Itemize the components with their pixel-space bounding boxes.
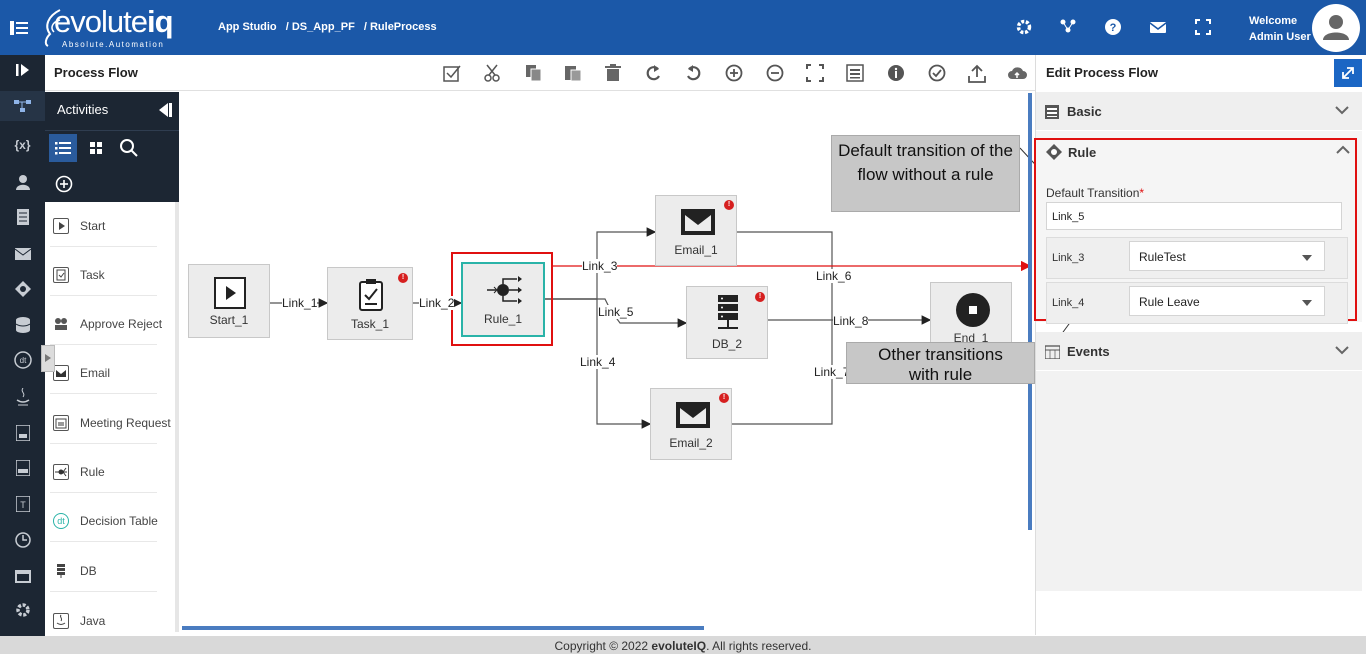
node-task[interactable]: ! Task_1 <box>327 267 413 340</box>
accordion-rule-label[interactable]: Rule <box>1068 145 1096 160</box>
footer-rights: . All rights reserved. <box>706 639 812 653</box>
rule-select-link-3[interactable]: RuleTest <box>1129 241 1325 271</box>
link-3-label[interactable]: Link_3 <box>582 259 618 273</box>
node-db-label: DB_2 <box>711 337 743 351</box>
link-8-label[interactable]: Link_8 <box>833 314 869 328</box>
error-badge: ! <box>724 200 734 210</box>
node-email-1-label: Email_1 <box>674 243 718 257</box>
node-email-1[interactable]: ! Email_1 <box>655 195 737 266</box>
calendar-icon <box>1045 345 1060 359</box>
chevron-down-icon <box>1335 106 1349 115</box>
error-badge: ! <box>755 292 765 302</box>
rule-select-link-4[interactable]: Rule Leave <box>1129 286 1325 316</box>
node-task-label: Task_1 <box>350 317 390 331</box>
email-icon <box>681 209 715 235</box>
form-icon <box>1045 105 1059 119</box>
edit-panel-title: Edit Process Flow <box>1046 65 1158 80</box>
error-badge: ! <box>398 273 408 283</box>
task-icon <box>359 279 383 311</box>
node-rule[interactable]: Rule_1 <box>461 262 545 337</box>
node-email-2-label: Email_2 <box>669 436 713 450</box>
rule-icon <box>1046 144 1062 160</box>
node-email-2[interactable]: ! Email_2 <box>650 388 732 460</box>
db-icon <box>718 295 738 329</box>
rule-row-1: Link_3 RuleTest <box>1046 237 1348 279</box>
footer-brand: evoluteIQ <box>651 639 707 653</box>
chevron-up-icon[interactable] <box>1336 145 1350 155</box>
node-start[interactable]: Start_1 <box>188 264 270 338</box>
link-7-label[interactable]: Link_7 <box>814 365 850 379</box>
default-transition-label: Default Transition* <box>1046 186 1145 200</box>
rule-icon <box>487 276 522 304</box>
rule-row-link-label: Link_3 <box>1052 252 1085 264</box>
link-6-label[interactable]: Link_6 <box>816 269 852 283</box>
rule-row-2: Link_4 Rule Leave <box>1046 282 1348 324</box>
accordion-basic[interactable]: Basic <box>1036 92 1362 130</box>
link-1-label[interactable]: Link_1 <box>282 296 318 310</box>
rule-row-link-label: Link_4 <box>1052 297 1085 309</box>
caret-down-icon <box>1302 255 1312 261</box>
callout-default-transition: Default transition of the flow without a… <box>831 135 1020 212</box>
events-body <box>1036 371 1362 591</box>
end-icon <box>956 293 990 327</box>
accordion-events[interactable]: Events <box>1036 332 1362 370</box>
node-rule-label: Rule_1 <box>483 312 523 326</box>
accordion-basic-label: Basic <box>1067 104 1102 119</box>
error-badge: ! <box>719 393 729 403</box>
callout-other-transitions: Other transitions with rule <box>846 342 1035 384</box>
link-4-label[interactable]: Link_4 <box>580 355 616 369</box>
footer-copyright: Copyright © 2022 <box>554 639 652 653</box>
node-db[interactable]: ! DB_2 <box>686 286 768 359</box>
caret-down-icon <box>1302 300 1312 306</box>
start-icon <box>214 277 246 309</box>
expand-panel-icon[interactable] <box>1334 59 1362 87</box>
link-5-label[interactable]: Link_5 <box>598 305 634 319</box>
footer: Copyright © 2022 evoluteIQ. All rights r… <box>0 636 1366 654</box>
canvas-horizontal-scrollbar[interactable] <box>182 626 704 630</box>
email-icon <box>676 402 710 428</box>
default-transition-input[interactable]: Link_5 <box>1046 202 1342 230</box>
chevron-down-icon <box>1335 346 1349 355</box>
accordion-events-label: Events <box>1067 344 1110 359</box>
link-2-label[interactable]: Link_2 <box>419 296 455 310</box>
node-start-label: Start_1 <box>209 313 249 327</box>
canvas-vertical-scrollbar[interactable] <box>1028 93 1032 530</box>
